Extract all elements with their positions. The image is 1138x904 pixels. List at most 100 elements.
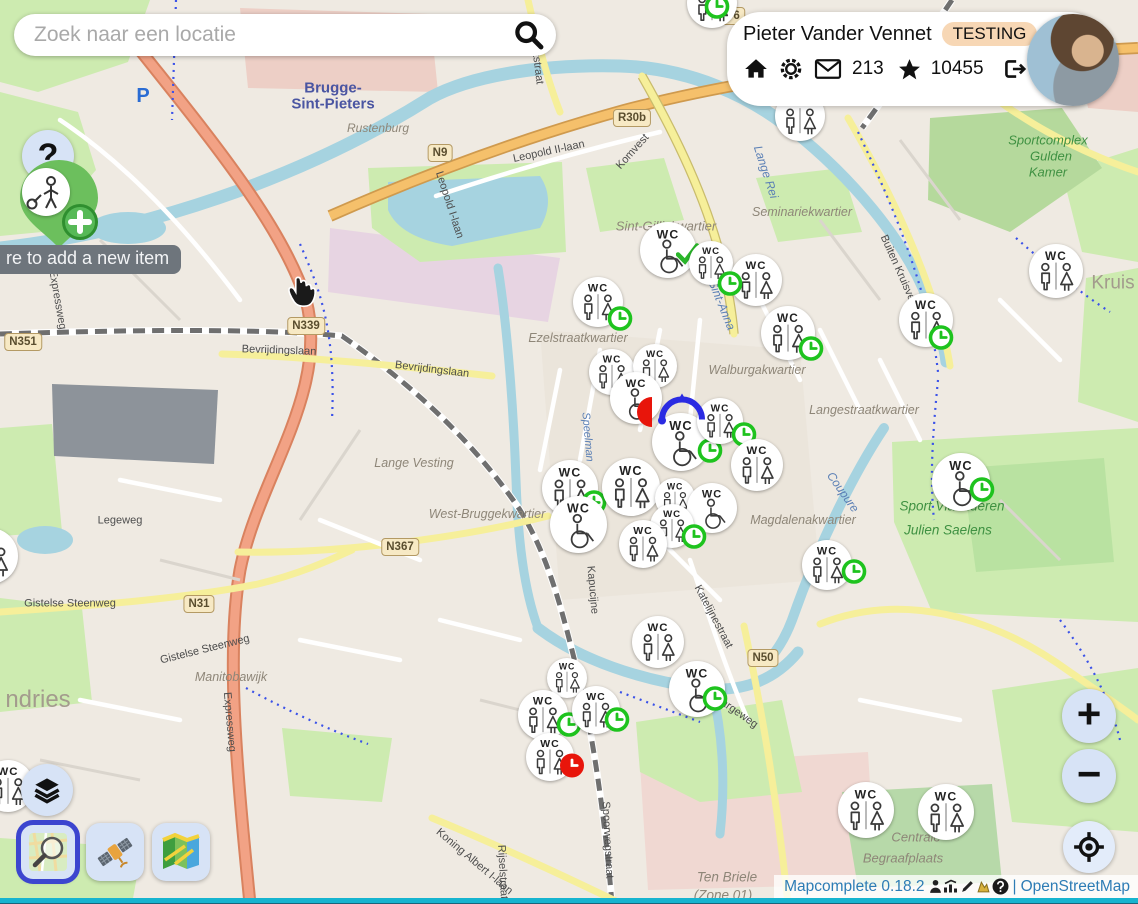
svg-text:WC: WC <box>559 662 575 672</box>
geolocate-icon <box>1072 830 1106 864</box>
attribution-separator: | <box>1013 878 1017 896</box>
svg-text:WC: WC <box>586 691 606 703</box>
folded-map-icon <box>159 830 203 874</box>
zoom-in-label: + <box>1077 693 1102 735</box>
satellite-icon <box>93 830 137 874</box>
add-plus-icon <box>62 204 98 240</box>
svg-text:WC: WC <box>702 489 722 501</box>
svg-text:WC: WC <box>0 766 19 778</box>
svg-text:WC: WC <box>1045 249 1067 263</box>
svg-text:WC: WC <box>777 311 799 325</box>
wc-marker[interactable]: WC <box>761 306 815 360</box>
user-avatar[interactable] <box>1027 14 1119 106</box>
wc-marker[interactable]: WC <box>689 241 733 285</box>
theme-icon[interactable] <box>976 879 991 894</box>
wc-marker[interactable]: WC <box>619 520 667 568</box>
wc-marker[interactable]: WC <box>573 277 623 327</box>
svg-text:WC: WC <box>657 227 680 241</box>
svg-text:WC: WC <box>855 787 878 801</box>
wc-marker[interactable]: WC <box>730 254 782 306</box>
svg-text:WC: WC <box>746 445 767 457</box>
svg-text:WC: WC <box>619 464 643 478</box>
contributors-icon[interactable] <box>929 879 942 894</box>
statistics-icon[interactable] <box>943 879 959 894</box>
search-icon[interactable] <box>512 18 546 52</box>
zoom-out-button[interactable]: − <box>1062 749 1116 803</box>
home-icon[interactable] <box>743 56 769 82</box>
changesets-count: 10455 <box>931 58 984 80</box>
svg-text:WC: WC <box>633 525 653 537</box>
svg-text:WC: WC <box>745 260 766 272</box>
svg-text:WC: WC <box>647 622 668 634</box>
svg-text:WC: WC <box>663 509 681 520</box>
svg-text:WC: WC <box>667 482 683 492</box>
attribution-osm-link[interactable]: OpenStreetMap <box>1021 878 1130 896</box>
attribution-bar: Mapcomplete 0.18.2 | OpenStreetMap <box>774 875 1138 898</box>
wc-marker[interactable]: WC <box>687 0 737 28</box>
svg-text:WC: WC <box>646 349 664 360</box>
license-info-icon[interactable] <box>992 878 1009 895</box>
wc-marker[interactable]: WC <box>572 686 620 734</box>
wc-marker-wheelchair[interactable]: WC <box>669 661 725 717</box>
svg-text:WC: WC <box>625 378 646 390</box>
attribution-app-version[interactable]: Mapcomplete 0.18.2 <box>784 878 924 896</box>
edit-pencil-icon[interactable] <box>960 879 975 894</box>
svg-text:WC: WC <box>702 246 720 257</box>
user-name[interactable]: Pieter Vander Vennet <box>743 23 932 46</box>
wc-marker[interactable]: WC <box>1029 244 1083 298</box>
svg-text:WC: WC <box>533 696 553 708</box>
svg-text:WC: WC <box>603 354 622 365</box>
wc-marker[interactable]: WC <box>899 293 953 347</box>
search-input[interactable] <box>32 22 512 48</box>
layers-icon <box>33 776 61 804</box>
geolocate-button[interactable] <box>1063 821 1115 873</box>
background-osm-button[interactable] <box>19 823 77 881</box>
svg-text:WC: WC <box>540 738 560 750</box>
svg-text:WC: WC <box>566 501 589 515</box>
wc-marker[interactable]: WC <box>697 398 743 444</box>
wc-marker-wheelchair[interactable]: WC <box>687 483 737 533</box>
background-map-button[interactable] <box>152 823 210 881</box>
svg-text:WC: WC <box>588 283 608 295</box>
pin-icon-circle <box>22 168 70 216</box>
map-markers-layer: WC WC WC WC WC WC WC WC <box>0 0 1138 904</box>
gear-icon[interactable] <box>778 56 804 82</box>
toilet-attendant-icon <box>22 168 70 216</box>
messages-count: 213 <box>852 58 884 80</box>
mapcomplete-app: Brugge-Sint-PietersRustenburgSint-Gillis… <box>0 0 1138 904</box>
add-item-tooltip: re to add a new item <box>0 245 181 274</box>
wc-marker-wheelchair[interactable]: WC <box>640 222 696 278</box>
osm-map-icon <box>26 830 70 874</box>
wc-marker[interactable]: WC <box>526 733 574 781</box>
svg-text:WC: WC <box>669 419 693 433</box>
svg-text:WC: WC <box>915 298 937 312</box>
messages-icon[interactable] <box>813 57 843 81</box>
layers-button[interactable] <box>21 764 73 816</box>
bottom-accent-bar <box>0 898 1138 904</box>
star-icon <box>897 57 922 82</box>
wc-marker-wheelchair[interactable]: WC <box>550 496 607 553</box>
testing-badge: TESTING <box>942 22 1038 46</box>
zoom-out-label: − <box>1077 753 1102 795</box>
svg-text:WC: WC <box>949 459 973 473</box>
add-new-item-pin[interactable] <box>14 158 104 250</box>
zoom-in-button[interactable]: + <box>1062 689 1116 743</box>
logout-icon[interactable] <box>1001 56 1027 82</box>
wc-marker[interactable]: WC <box>0 528 18 584</box>
background-satellite-button[interactable] <box>86 823 144 881</box>
svg-text:WC: WC <box>711 403 730 414</box>
search-bar[interactable] <box>14 14 556 56</box>
pan-hand-cursor <box>283 266 319 308</box>
wc-marker[interactable]: WC <box>802 540 852 590</box>
attribution-icons <box>929 878 1009 895</box>
svg-text:WC: WC <box>559 465 582 479</box>
svg-text:WC: WC <box>817 546 837 558</box>
tooltip-text: re to add a new item <box>6 248 169 268</box>
wc-marker-wheelchair[interactable]: WC <box>932 453 990 511</box>
wc-marker[interactable]: WC <box>731 439 783 491</box>
svg-text:WC: WC <box>686 666 709 680</box>
wc-marker[interactable]: WC <box>838 782 894 838</box>
wc-marker[interactable]: WC <box>918 784 974 840</box>
svg-text:WC: WC <box>0 533 1 547</box>
svg-text:WC: WC <box>935 789 958 803</box>
